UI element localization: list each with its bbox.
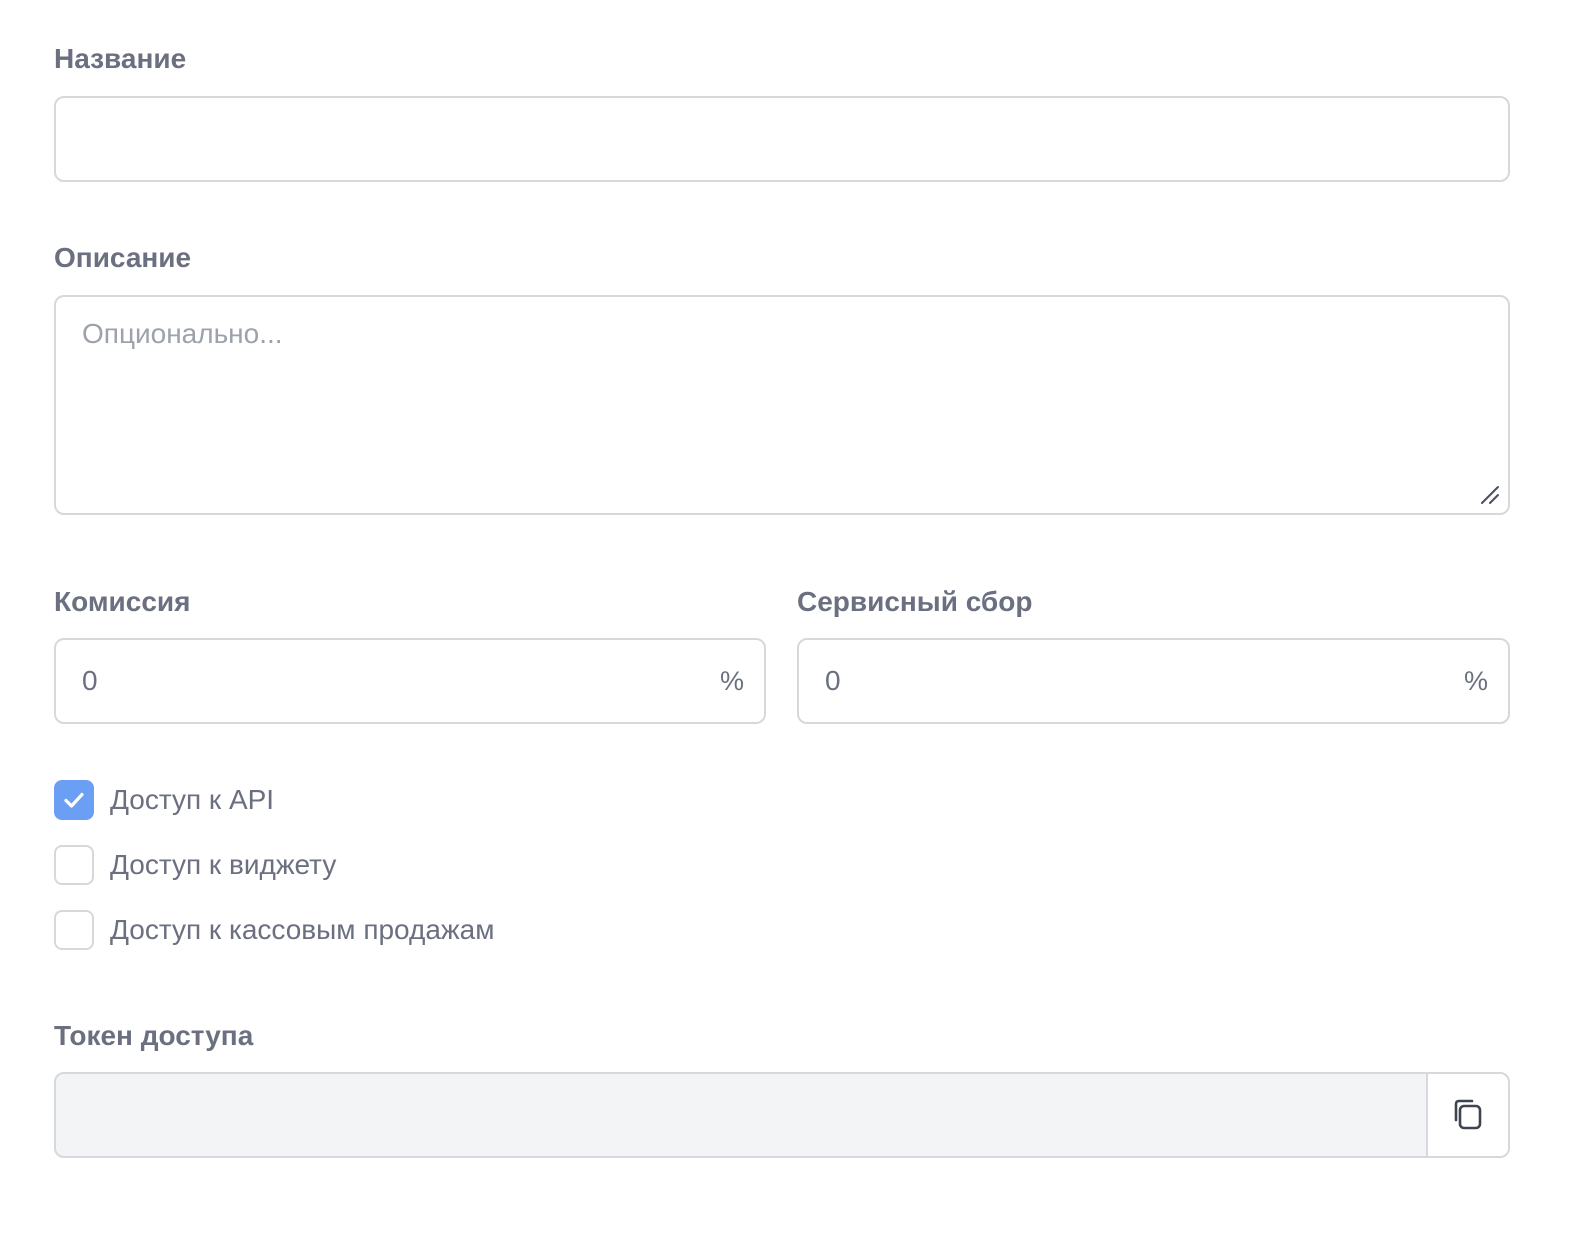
access-token-label: Токен доступа: [54, 1020, 254, 1051]
copy-token-button[interactable]: [1426, 1074, 1508, 1156]
service-fee-value: 0: [825, 665, 841, 696]
resize-grip-icon[interactable]: [1478, 483, 1500, 505]
description-textarea[interactable]: Опционально...: [54, 295, 1510, 515]
cash-sales-access-checkbox[interactable]: [54, 910, 94, 950]
commission-label: Комиссия: [54, 586, 191, 617]
widget-access-checkbox[interactable]: [54, 845, 94, 885]
widget-access-label: Доступ к виджету: [110, 849, 337, 880]
service-fee-input[interactable]: 0 %: [797, 638, 1510, 724]
name-input[interactable]: [54, 96, 1510, 182]
description-placeholder: Опционально...: [82, 318, 283, 349]
service-fee-label: Сервисный сбор: [797, 586, 1033, 617]
check-icon: [64, 792, 84, 808]
service-fee-percent-suffix: %: [1463, 666, 1488, 696]
access-token-field: [54, 1072, 1510, 1158]
description-label: Описание: [54, 242, 192, 273]
commission-value: 0: [82, 665, 98, 696]
cash-sales-access-label: Доступ к кассовым продажам: [110, 914, 495, 945]
api-access-label: Доступ к API: [110, 784, 275, 815]
api-access-checkbox[interactable]: [54, 780, 94, 820]
commission-percent-suffix: %: [719, 666, 744, 696]
commission-input[interactable]: 0 %: [54, 638, 766, 724]
copy-icon: [1454, 1099, 1482, 1130]
name-label: Название: [54, 43, 187, 74]
